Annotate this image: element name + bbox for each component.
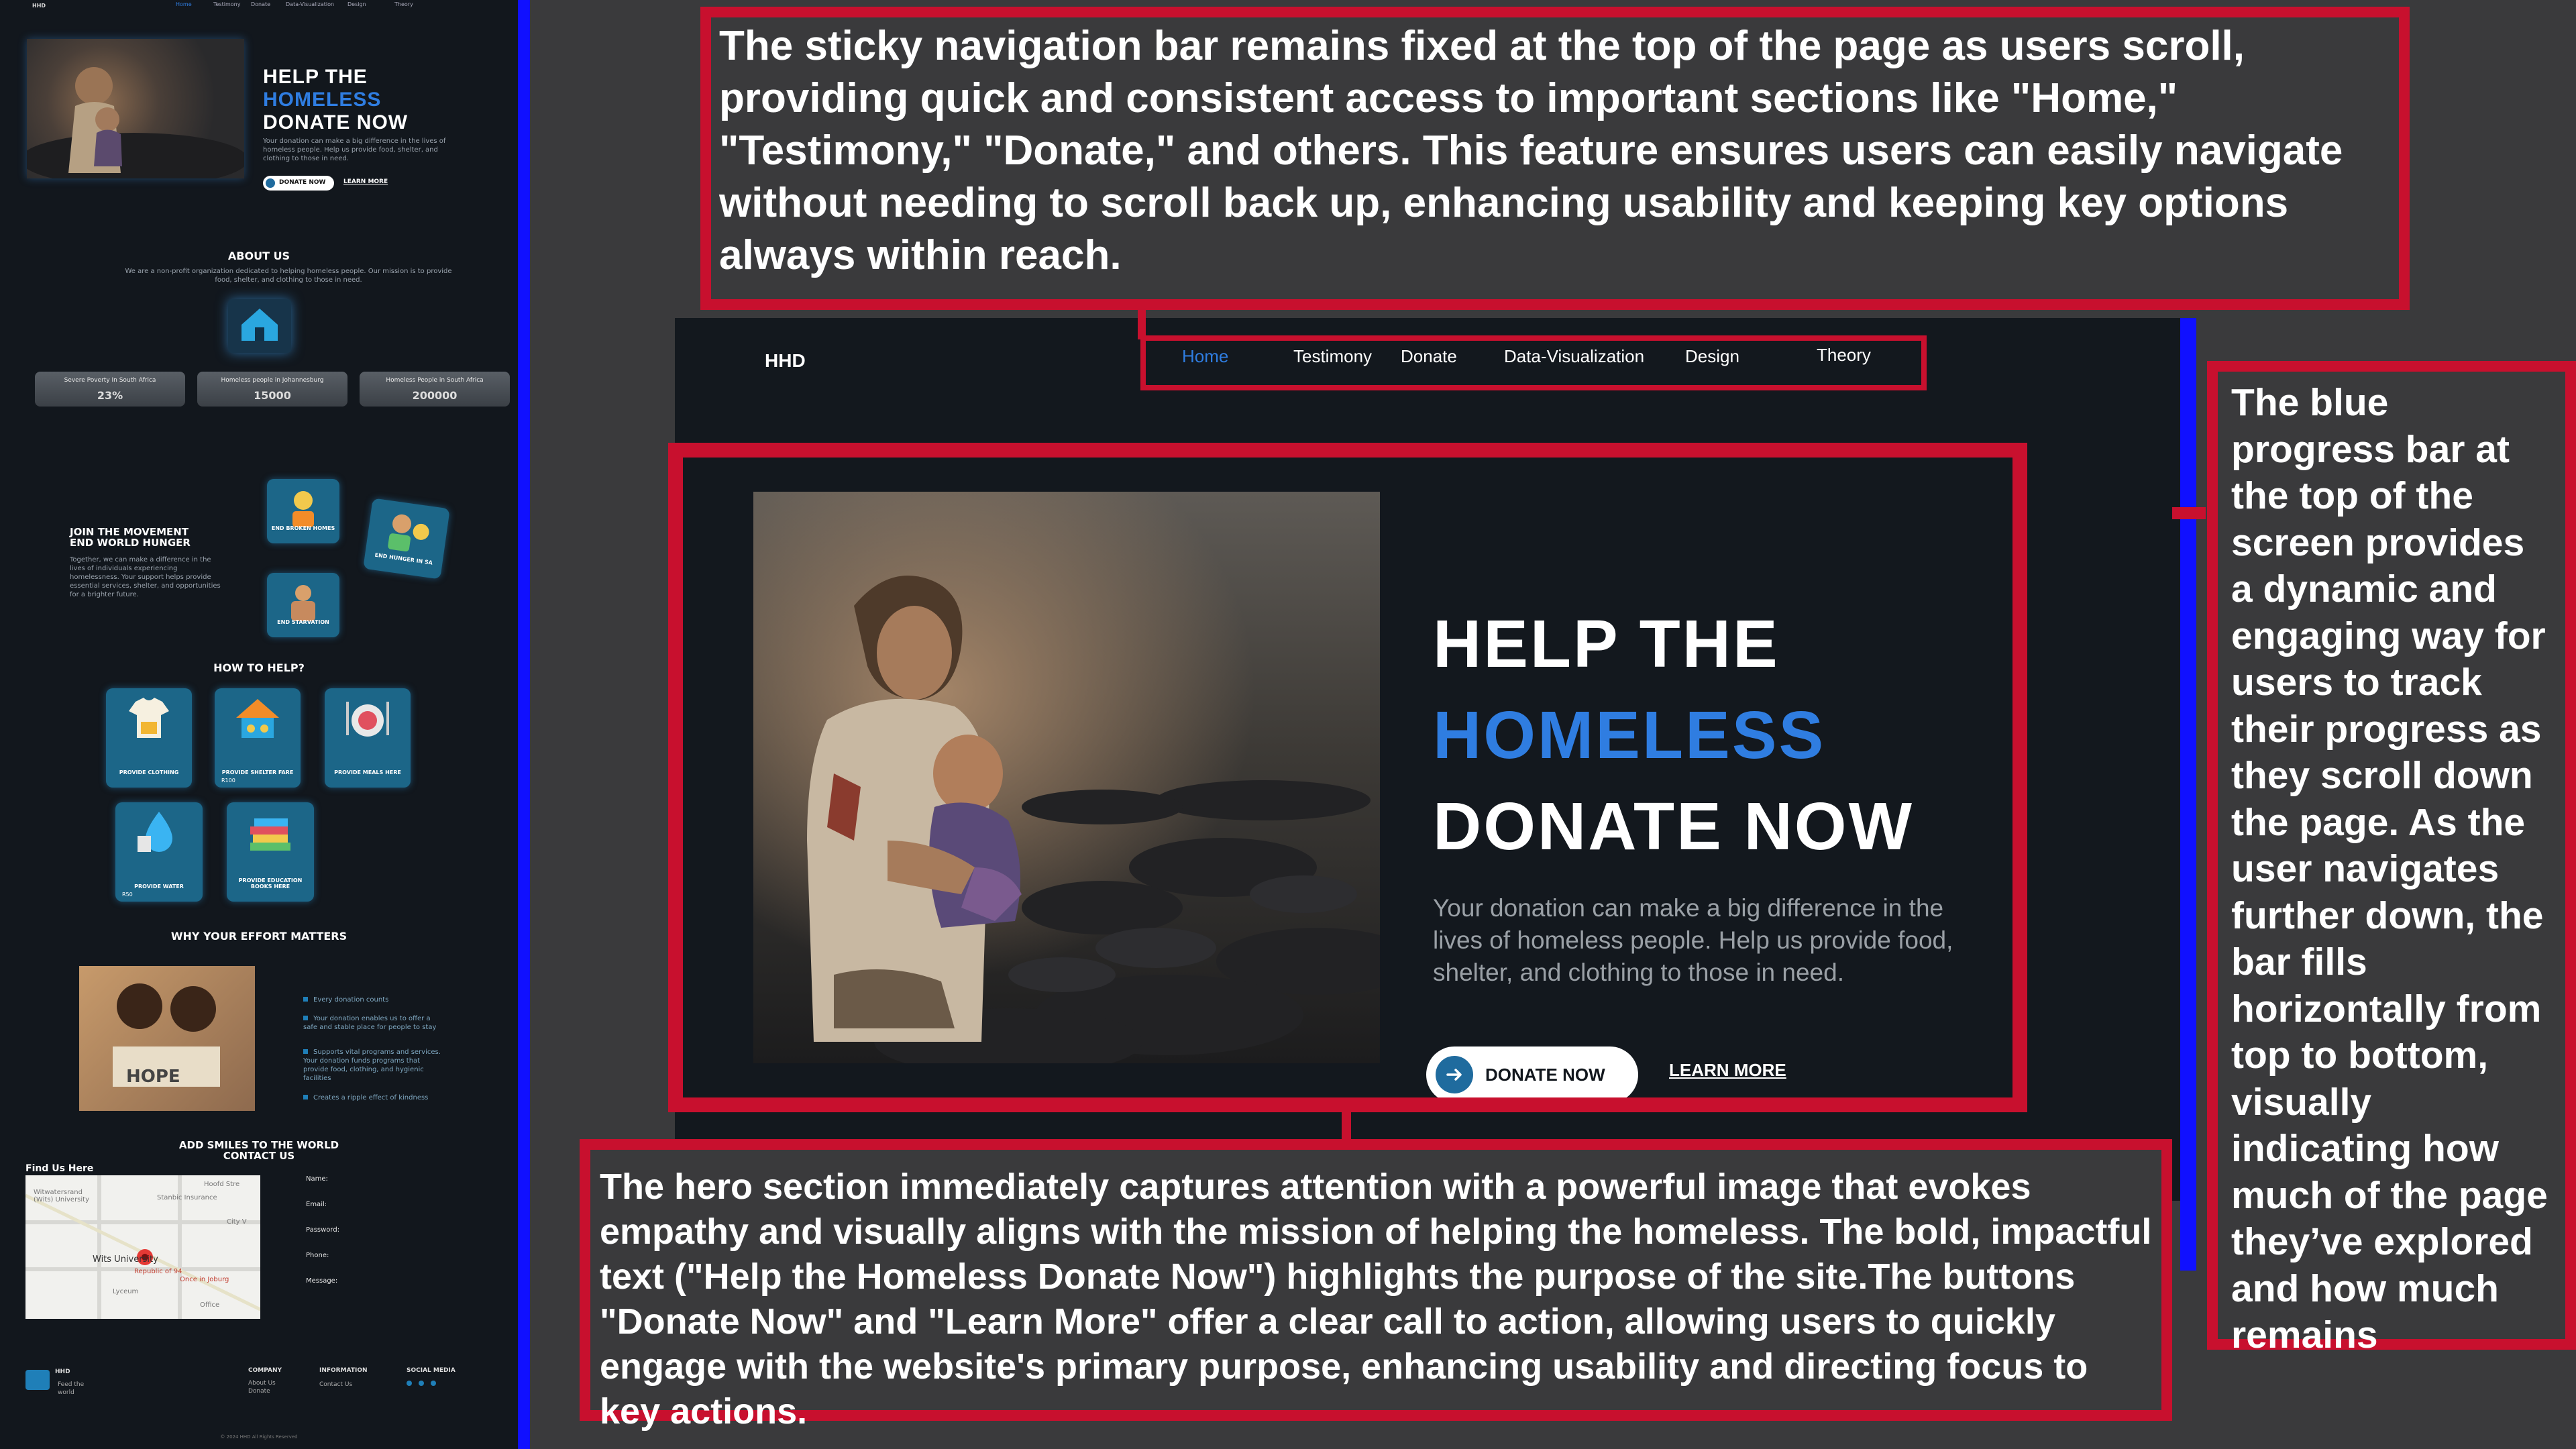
effort-bullet: Every donation counts [303, 996, 444, 1004]
annotation-progress-text: The blue progress bar at the top of the … [2231, 381, 2548, 1356]
help-card-caption: PROVIDE WATER [134, 883, 184, 890]
effort-bullet: Creates a ripple effect of kindness [303, 1093, 444, 1102]
map-label: Stanbic Insurance [157, 1194, 217, 1201]
map-label: City V [227, 1218, 247, 1226]
effort-bullet: Your donation enables us to offer a safe… [303, 1014, 444, 1032]
preview-hero-title-2: HOMELESS [263, 89, 382, 111]
preview-help-title: HOW TO HELP? [213, 661, 305, 674]
scroll-progress-bar [2180, 318, 2196, 1271]
annotation-connector [2172, 507, 2206, 519]
stat-card: Homeless people in Johannesburg 15000 [197, 372, 347, 407]
footer-link-contact[interactable]: Contact Us [319, 1381, 352, 1389]
form-label-password: Password: [306, 1226, 340, 1234]
stat-label: Homeless people in Johannesburg [221, 377, 324, 384]
annotation-nav-text: The sticky navigation bar remains fixed … [719, 23, 2343, 278]
preview-contact-title-2: CONTACT US [223, 1150, 295, 1162]
preview-nav-design[interactable]: Design [347, 1, 366, 7]
twitter-icon[interactable] [431, 1381, 436, 1386]
preview-hero-title-3: DONATE NOW [263, 111, 409, 133]
stat-label: Severe Poverty In South Africa [64, 377, 156, 384]
location-map[interactable]: Witwatersrand (Wits) University Wits Uni… [24, 1175, 262, 1319]
linkedin-icon[interactable] [419, 1381, 424, 1386]
preview-donate-label: DONATE NOW [279, 179, 326, 186]
preview-donate-button[interactable]: DONATE NOW [263, 176, 334, 191]
form-label-message: Message: [306, 1277, 338, 1285]
help-card-shelter[interactable]: PROVIDE SHELTER FARE R100 [215, 688, 301, 788]
site-logo[interactable]: HHD [765, 350, 806, 372]
help-card-price: R50 [122, 892, 133, 898]
preview-hero-title-1: HELP THE [263, 66, 368, 88]
form-label-email: Email: [306, 1201, 327, 1208]
annotation-nav-highlight [1140, 335, 1927, 390]
preview-nav-theory[interactable]: Theory [394, 1, 413, 7]
stat-label: Homeless People in South Africa [386, 377, 484, 384]
preview-nav-data-visualization[interactable]: Data-Visualization [286, 1, 334, 7]
footer-information: INFORMATION [319, 1367, 368, 1374]
preview-movement-text: Together, we can make a difference in th… [70, 556, 221, 598]
form-label-phone: Phone: [306, 1252, 329, 1259]
preview-learn-more[interactable]: LEARN MORE [343, 178, 388, 185]
footer-link-donate[interactable]: Donate [248, 1387, 270, 1395]
preview-nav-home[interactable]: Home [176, 1, 192, 7]
stat-card: Homeless People in South Africa 200000 [360, 372, 510, 407]
badge-end-broken-homes: END BROKEN HOMES [267, 479, 339, 543]
preview-movement-title-2: END WORLD HUNGER [70, 537, 191, 549]
preview-effort-image: HOPE [79, 966, 255, 1111]
preview-progress-bar [518, 0, 530, 1449]
help-card-caption: PROVIDE EDUCATION BOOKS HERE [238, 877, 303, 890]
footer-tagline: Feed the world [58, 1381, 85, 1396]
stat-value: 23% [97, 389, 123, 402]
page-preview: HHD Home Testimony Donate Data-Visualiza… [0, 0, 518, 1449]
map-label: Lyceum [113, 1288, 139, 1295]
help-card-caption: PROVIDE MEALS HERE [334, 769, 401, 775]
stat-value: 15000 [254, 389, 291, 402]
stat-value: 200000 [412, 389, 458, 402]
preview-hero-image [20, 39, 248, 186]
map-label: Once in Joburg [180, 1276, 229, 1283]
badge-end-starvation: END STARVATION [267, 573, 339, 637]
house-hand-icon [228, 299, 291, 353]
footer-social: SOCIAL MEDIA [407, 1367, 455, 1374]
annotation-hero-text: The hero section immediately captures at… [600, 1167, 2152, 1432]
footer-company: COMPANY [248, 1367, 282, 1374]
badge-label: END STARVATION [277, 619, 329, 625]
preview-about-text: We are a non-profit organization dedicat… [125, 268, 452, 284]
effort-bullet: Supports vital programs and services. Yo… [303, 1048, 444, 1083]
map-label: Republic of 94 [134, 1268, 182, 1275]
help-card-education[interactable]: PROVIDE EDUCATION BOOKS HERE [227, 802, 314, 902]
preview-hero-desc: Your donation can make a big difference … [263, 138, 446, 162]
preview-nav-testimony[interactable]: Testimony [213, 1, 240, 7]
help-card-caption: PROVIDE CLOTHING [119, 769, 179, 775]
help-card-caption: PROVIDE SHELTER FARE [221, 769, 294, 775]
find-us-label: Find Us Here [25, 1163, 94, 1174]
hope-sign-text: HOPE [126, 1067, 180, 1087]
help-card-meals[interactable]: PROVIDE MEALS HERE [325, 688, 411, 788]
map-label: Hoofd Stre [204, 1181, 240, 1188]
badge-end-hunger: END HUNGER IN SA [363, 498, 450, 580]
form-label-name: Name: [306, 1175, 328, 1183]
footer-logo-icon [25, 1370, 50, 1390]
preview-effort-title: WHY YOUR EFFORT MATTERS [170, 930, 347, 943]
map-label: Office [200, 1301, 220, 1309]
help-card-clothing[interactable]: PROVIDE CLOTHING [106, 688, 192, 788]
preview-about-title: ABOUT US [227, 250, 290, 262]
map-label: Witwatersrand (Wits) University [34, 1189, 90, 1203]
preview-arrow-icon [266, 178, 275, 188]
preview-logo[interactable]: HHD [32, 3, 46, 9]
help-card-water[interactable]: PROVIDE WATER R50 [115, 802, 203, 902]
footer-logo[interactable]: HHD [55, 1368, 70, 1375]
map-label: Wits University [93, 1254, 158, 1265]
annotation-hero-highlight [668, 443, 2027, 1112]
preview-nav-donate[interactable]: Donate [251, 1, 270, 7]
footer-copyright: © 2024 HHD All Rights Reserved [220, 1434, 298, 1440]
badge-label: END BROKEN HOMES [271, 525, 335, 531]
help-card-price: R100 [221, 777, 235, 784]
facebook-icon[interactable] [407, 1381, 412, 1386]
stat-card: Severe Poverty In South Africa 23% [35, 372, 185, 407]
footer-link-about[interactable]: About Us [248, 1379, 276, 1387]
